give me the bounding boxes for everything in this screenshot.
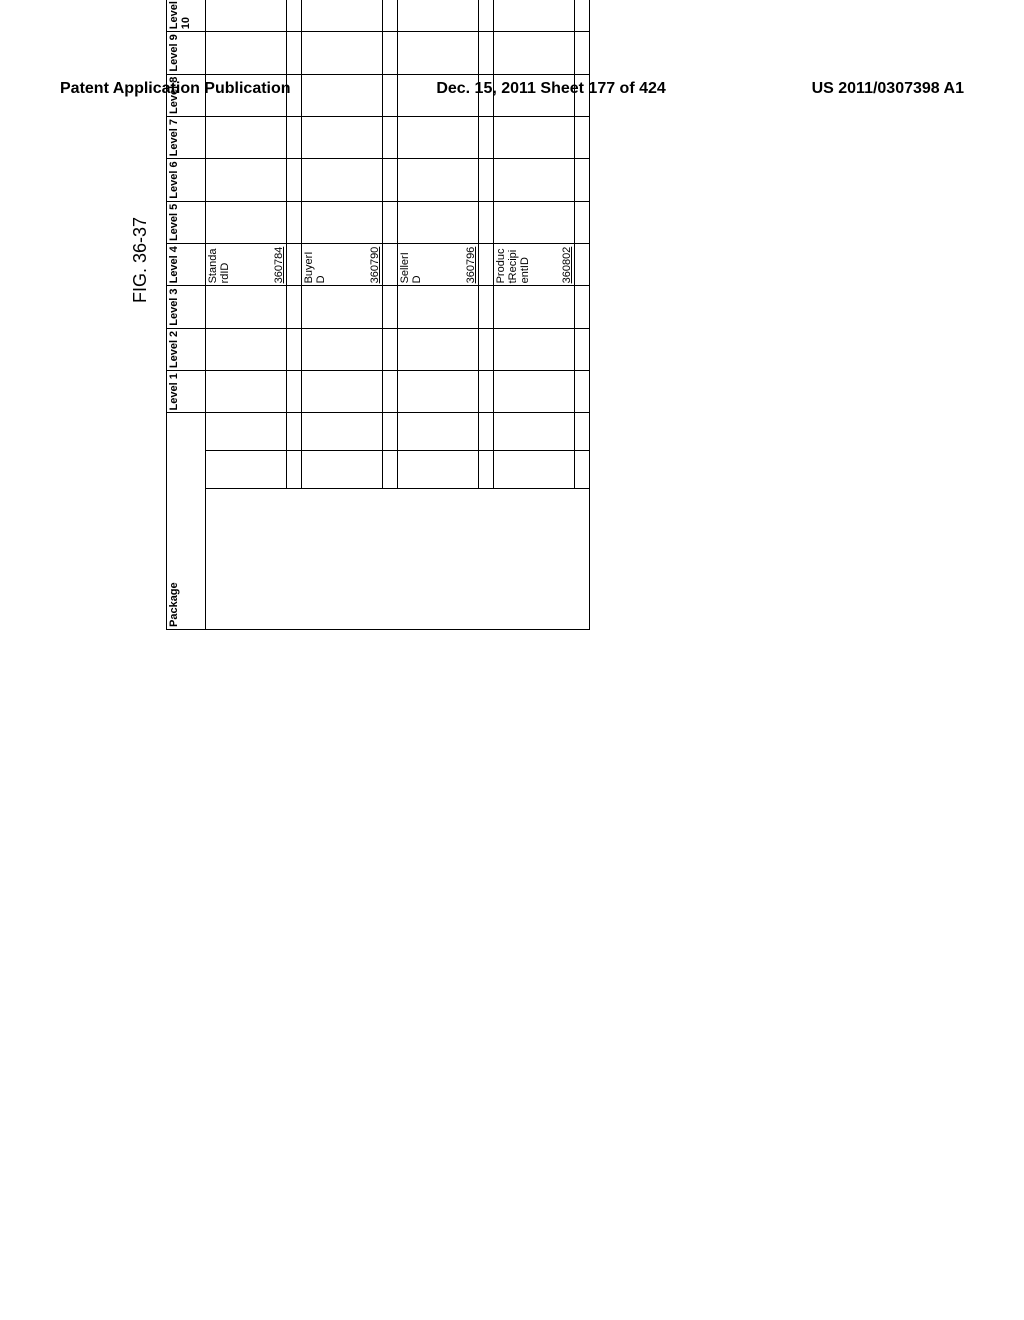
table-row: StandardID360784 0..N360786 ProductCateg… [206, 0, 287, 630]
col-level6: Level 6 [167, 159, 206, 201]
col-package: Package [167, 413, 206, 630]
level4-ref: 360796 [465, 246, 477, 283]
level4-value: StandardID [207, 246, 231, 283]
level4-value: BuyerID [303, 246, 327, 283]
data-table: Package Level 1 Level 2 Level 3 Level 4 … [166, 0, 590, 630]
col-level7: Level 7 [167, 116, 206, 158]
col-level1: Level 1 [167, 371, 206, 413]
level4-ref: 360784 [273, 246, 285, 283]
figure-caption: FIG. 36-37 [130, 0, 151, 630]
col-level10: Level 10 [167, 0, 206, 32]
col-level9: Level 9 [167, 32, 206, 74]
level4-value: SellerID [399, 246, 423, 283]
col-level3: Level 3 [167, 286, 206, 328]
col-level4: Level 4 [167, 244, 206, 286]
level4-ref: 360790 [369, 246, 381, 283]
header-right: US 2011/0307398 A1 [812, 80, 964, 98]
col-level5: Level 5 [167, 201, 206, 243]
level4-value: ProductRecipientID [495, 246, 531, 283]
col-level2: Level 2 [167, 328, 206, 370]
level4-ref: 360802 [561, 246, 573, 283]
col-level8: Level 8 [167, 74, 206, 116]
